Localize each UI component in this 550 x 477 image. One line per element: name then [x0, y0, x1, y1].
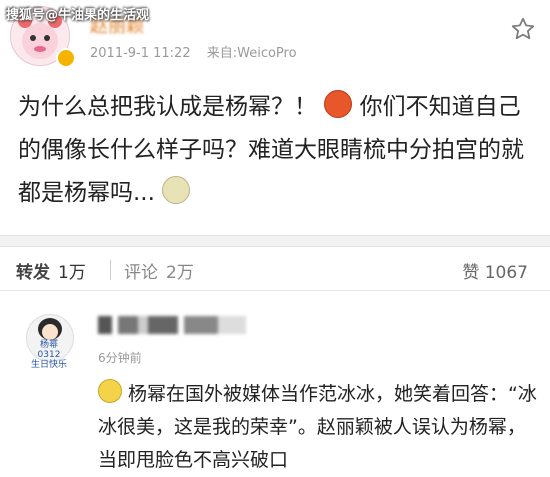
comment-label: 评论 [124, 263, 158, 283]
comment-time: 6分钟前 [98, 351, 142, 365]
post-body: 为什么总把我认成是杨幂？！ 你们不知道自己的偶像长什么样子吗？难道大眼睛梳中分拍… [18, 86, 533, 215]
like-label: 赞 [462, 263, 480, 283]
post-meta: 2011-9-1 11:22 来自:WeicoPro [90, 42, 297, 61]
avatar-caption-line2: 0312 [37, 350, 61, 360]
section-divider [0, 235, 550, 247]
action-separator [110, 260, 111, 280]
sweat-face-icon [162, 176, 191, 204]
avatar-caption-line1: 杨幂 [39, 340, 58, 350]
angry-face-icon [324, 90, 353, 118]
like-button[interactable]: 赞 1067 [462, 258, 528, 283]
smile-face-icon [98, 379, 122, 403]
comment-count: 2万 [166, 263, 194, 283]
action-bar: 转发 1万 评论 2万 赞 1067 [0, 248, 550, 290]
avatar-caption-line3: 生日快乐 [30, 360, 67, 370]
verified-badge-icon [56, 48, 76, 68]
post-source: 来自:WeicoPro [206, 46, 297, 61]
comment-body: 杨幂在国外被媒体当作范冰冰，她笑着回答：“冰冰很美，这是我的荣幸”。赵丽颖被人误… [98, 378, 538, 477]
like-count: 1067 [484, 263, 528, 283]
post-text-part1: 为什么总把我认成是杨幂？！ [18, 94, 317, 120]
action-bar-rule [0, 290, 550, 291]
watermark-text: 搜狐号@牛油果的生活观 [6, 8, 150, 23]
post-timestamp: 2011-9-1 11:22 [90, 46, 191, 61]
repost-count: 1万 [58, 263, 86, 283]
repost-button[interactable]: 转发 1万 [16, 258, 86, 283]
repost-label: 转发 [16, 263, 50, 283]
star-icon[interactable] [510, 16, 536, 42]
commenter-avatar-caption: 杨幂 0312 生日快乐 [26, 340, 72, 370]
comment-button[interactable]: 评论 2万 [124, 258, 194, 283]
comment-text: 杨幂在国外被媒体当作范冰冰，她笑着回答：“冰冰很美，这是我的荣幸”。赵丽颖被人误… [98, 383, 537, 471]
commenter-name-blurred[interactable] [98, 316, 246, 334]
